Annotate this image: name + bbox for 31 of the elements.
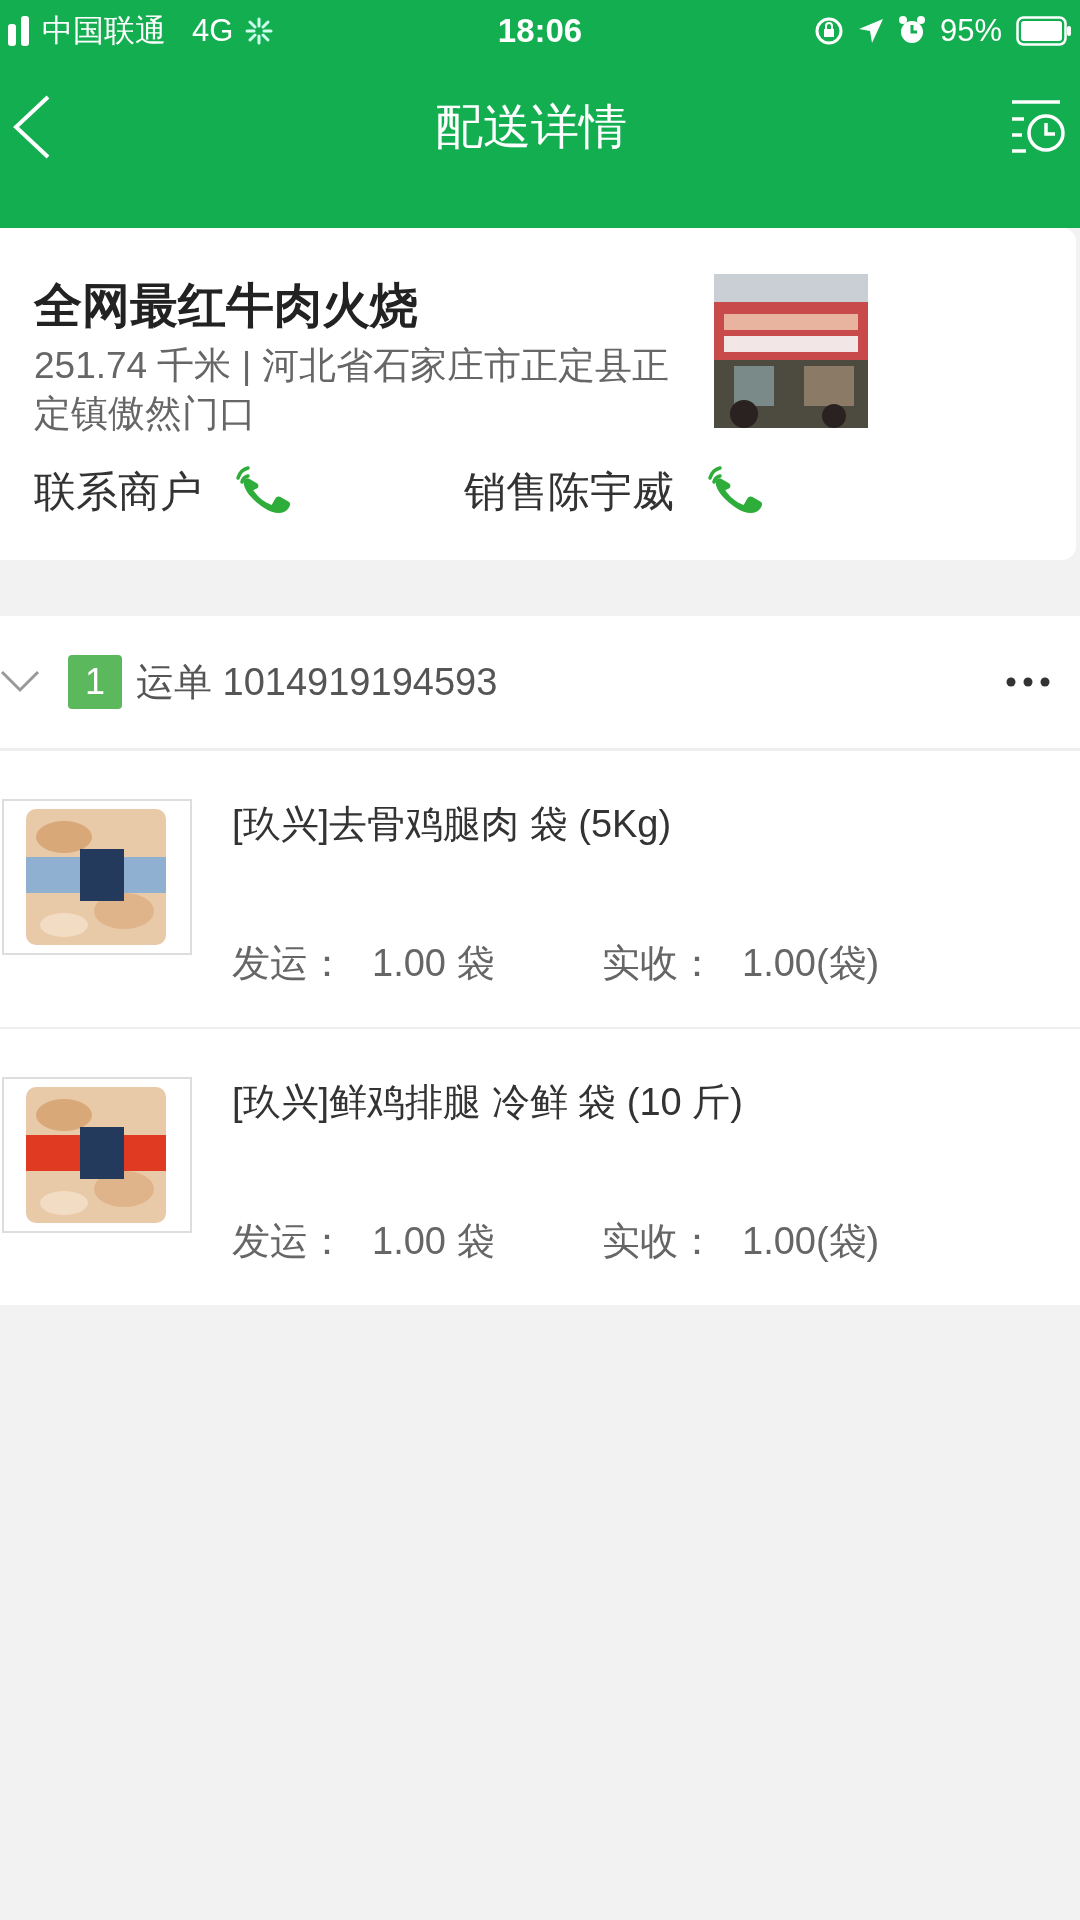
page-title: 配送详情 [435, 99, 627, 155]
waybill-number: 运单 1014919194593 [136, 659, 499, 705]
product-name: [玖兴]鲜鸡排腿 冷鲜 袋 (10 斤) [232, 1080, 744, 1126]
back-button[interactable] [12, 95, 52, 159]
carrier-name: 中国联通 [42, 12, 166, 50]
battery-icon [1016, 16, 1072, 46]
store-name: 全网最红牛肉火烧 [34, 278, 419, 334]
history-clock-icon[interactable] [1010, 99, 1066, 155]
location-arrow-icon [857, 18, 884, 44]
loading-icon [245, 17, 274, 45]
received-quantity: 1.00(袋) [742, 1219, 880, 1265]
store-address: 251.74 千米 | 河北省石家庄市正定县正定镇傲然门口 [34, 344, 670, 437]
network-type: 4G [192, 13, 234, 49]
clock-time: 18:06 [497, 12, 583, 50]
chevron-icon[interactable] [0, 670, 40, 695]
contact-label: 销售陈宇威 [464, 467, 674, 518]
waybill-index-badge: 1 [68, 655, 122, 710]
received-quantity: 1.00(袋) [742, 941, 880, 987]
received-label: 实收： [602, 941, 717, 987]
shipped-label: 发运： [232, 1219, 347, 1265]
battery-percent: 95% [939, 13, 1002, 49]
shipped-label: 发运： [232, 941, 347, 987]
alarm-icon [897, 16, 926, 46]
product-name: [玖兴]去骨鸡腿肉 袋 (5Kg) [232, 802, 673, 848]
shipped-quantity: 1.00 袋 [372, 941, 496, 987]
received-label: 实收： [602, 1219, 717, 1265]
shipped-quantity: 1.00 袋 [372, 1219, 496, 1265]
contact-label: 联系商户 [34, 467, 202, 518]
more-icon[interactable] [1006, 677, 1050, 688]
signal-icon [8, 16, 30, 46]
rotation-lock-icon [813, 16, 844, 46]
